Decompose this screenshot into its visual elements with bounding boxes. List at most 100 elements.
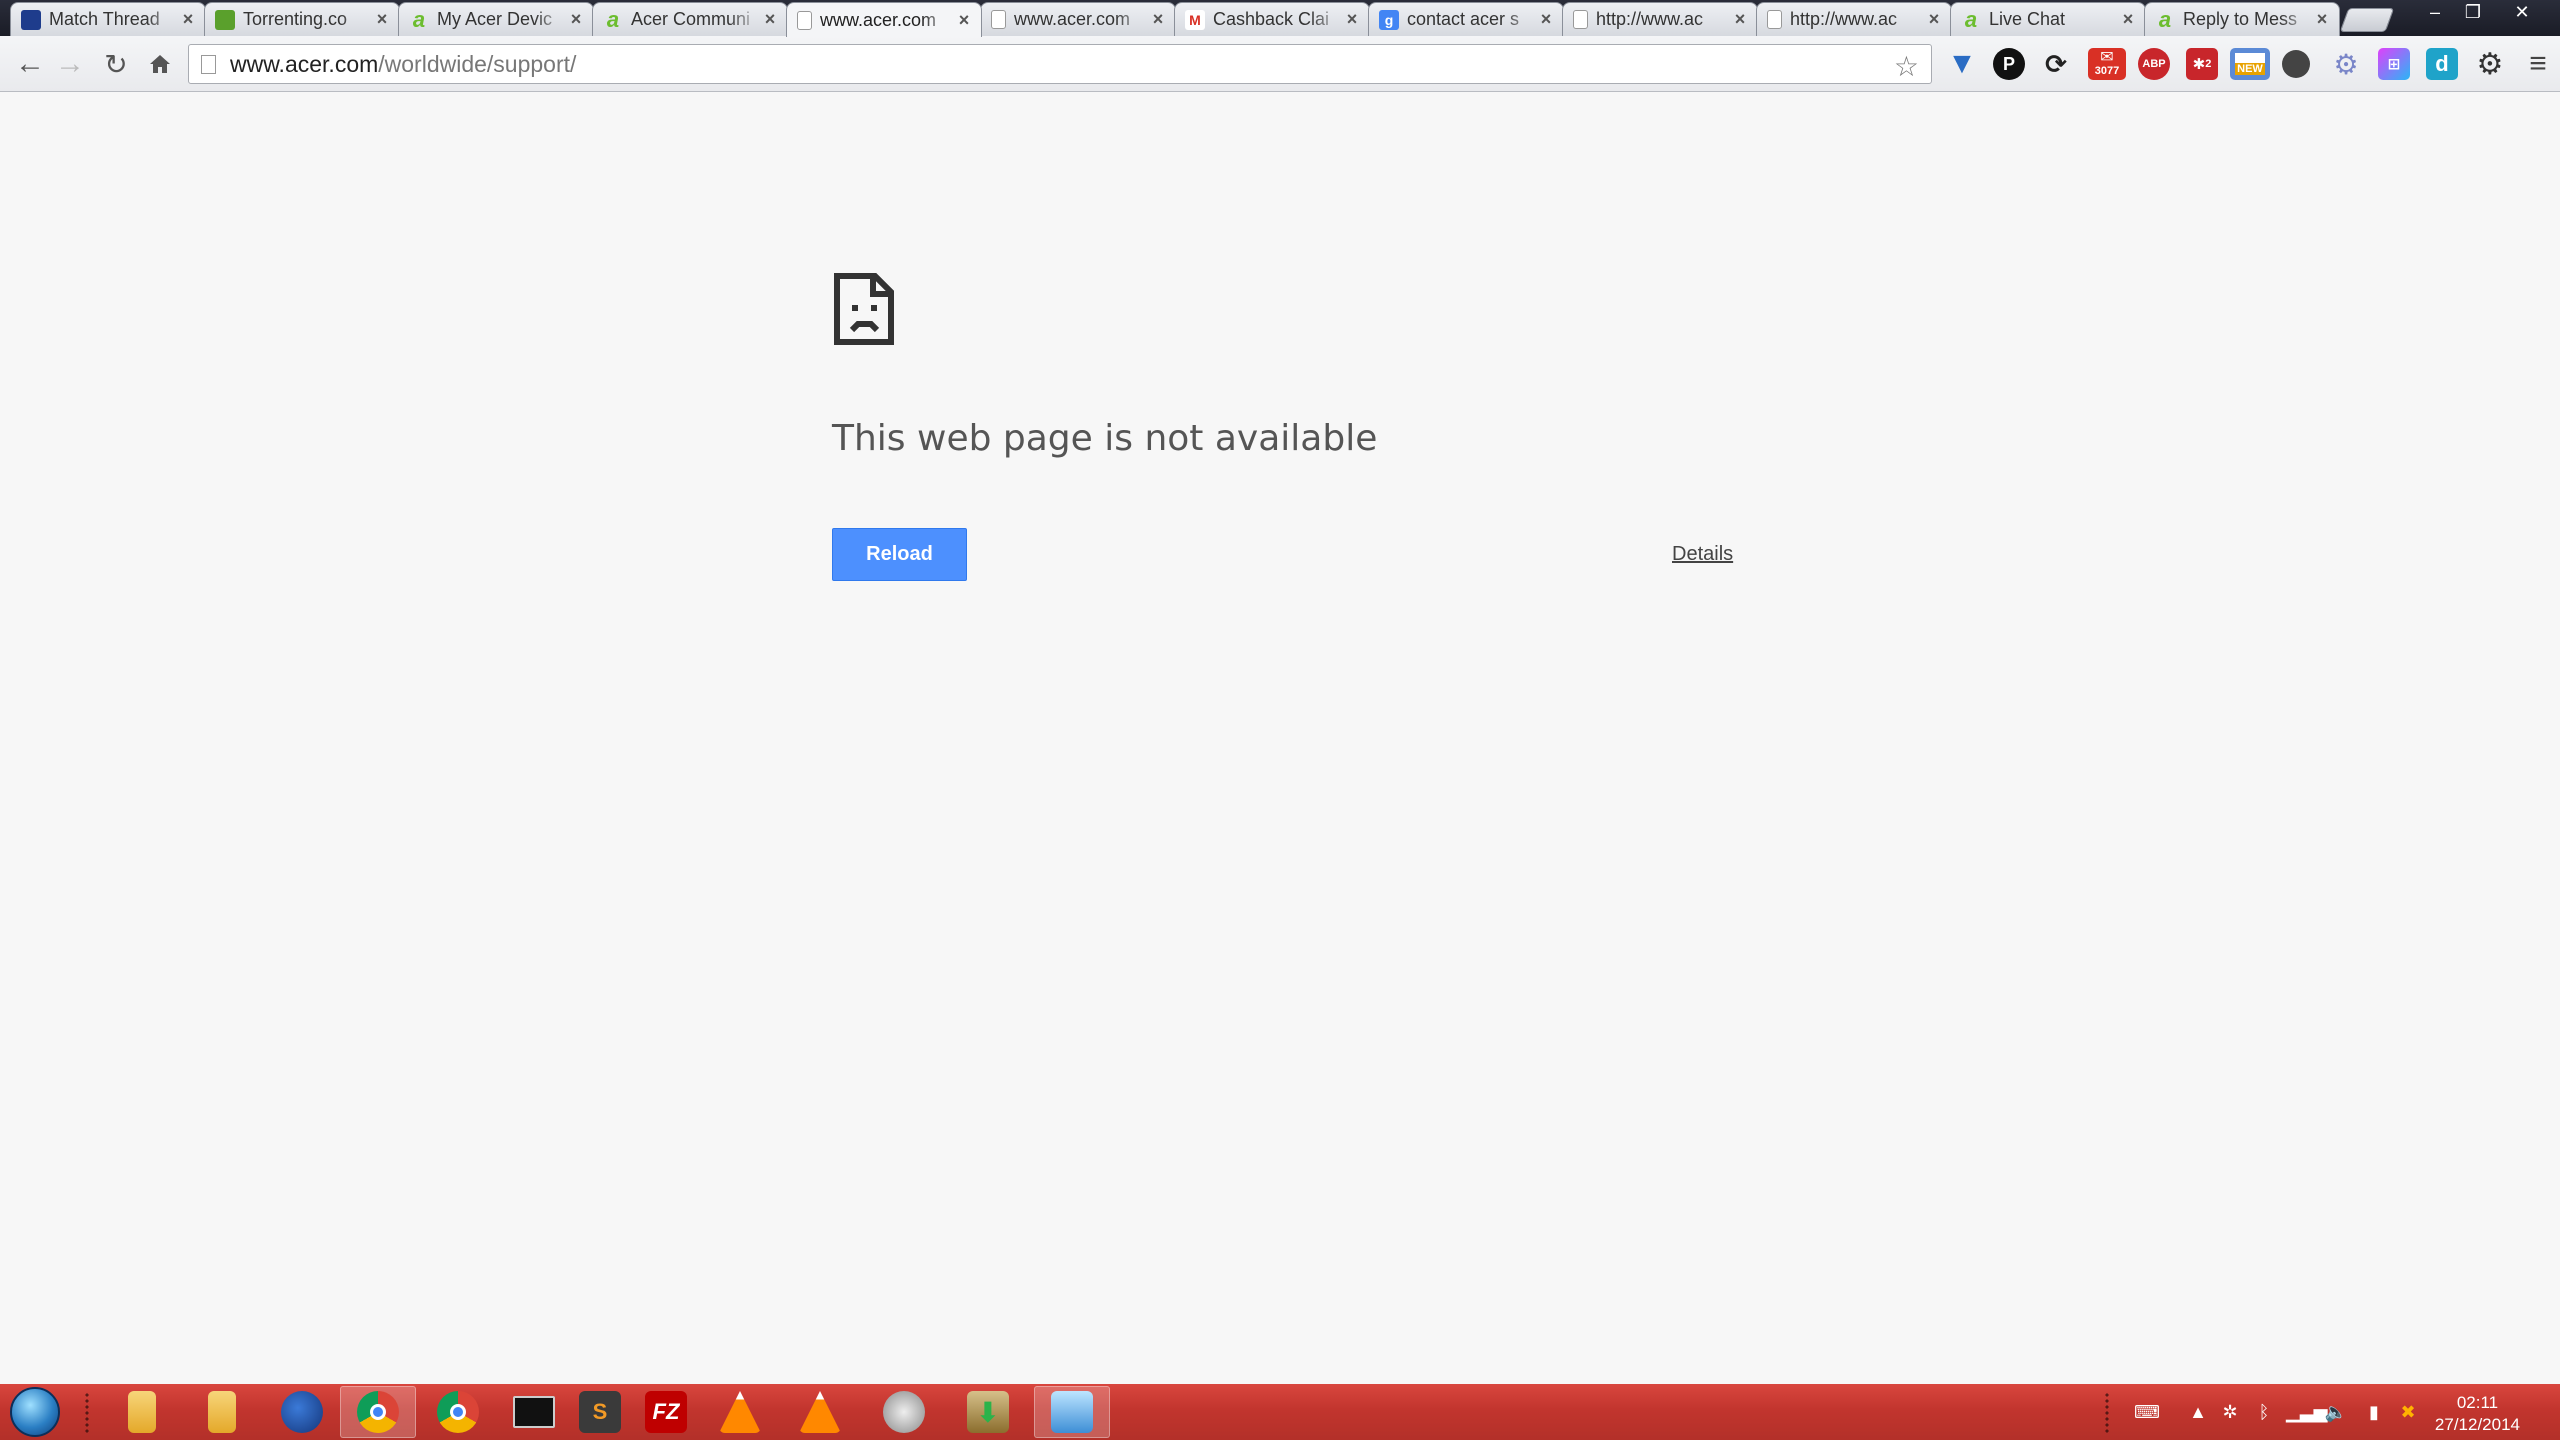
clock-date: 27/12/2014 xyxy=(2434,1415,2520,1434)
folder-icon xyxy=(128,1391,156,1433)
vlc-icon xyxy=(719,1391,761,1433)
tab-title: www.acer.com xyxy=(820,9,937,30)
chrome-icon xyxy=(437,1391,479,1433)
close-tab-icon[interactable]: × xyxy=(179,9,197,30)
taskbar-app-downloader[interactable]: ⬇ xyxy=(950,1386,1026,1438)
chrome-menu-icon[interactable]: ≡ xyxy=(2522,47,2554,80)
close-tab-icon[interactable]: × xyxy=(1343,9,1361,30)
browser-tab[interactable]: www.acer.com × xyxy=(980,2,1176,36)
close-tab-icon[interactable]: × xyxy=(761,9,779,30)
pushbullet-extension-icon[interactable]: P xyxy=(1993,48,2025,80)
browser-tab[interactable]: Match Thread × xyxy=(10,2,206,36)
taskbar-app-vlc[interactable] xyxy=(702,1386,778,1438)
back-button[interactable]: ← xyxy=(12,46,48,82)
vpn-extension-icon[interactable]: ▼ xyxy=(1946,47,1978,80)
show-hidden-icons-icon[interactable]: ▲ xyxy=(2184,1398,2212,1426)
adblock-extension-icon[interactable]: ABP xyxy=(2138,48,2170,80)
browser-tab[interactable]: www.acer.com × xyxy=(786,2,982,37)
gmail-extension-icon[interactable]: ✉ 3077 xyxy=(2088,48,2126,80)
reload-button[interactable]: Reload xyxy=(832,528,967,581)
circle-extension-icon[interactable] xyxy=(2282,50,2310,78)
taskbar-app-sublime[interactable]: S xyxy=(562,1386,638,1438)
browser-tab[interactable]: a Live Chat × xyxy=(1950,2,2146,36)
wifi-signal-icon[interactable]: ▁▃▅ xyxy=(2286,1398,2328,1426)
battery-icon[interactable]: ▮ xyxy=(2360,1398,2388,1426)
taskbar-app-explorer[interactable] xyxy=(104,1386,180,1438)
browser-tab[interactable]: g contact acer s × xyxy=(1368,2,1564,36)
tab-title: http://www.ac xyxy=(1790,9,1898,29)
close-tab-icon[interactable]: × xyxy=(2313,9,2331,30)
taskbar-app-vlc-2[interactable] xyxy=(782,1386,858,1438)
arrow-left-icon: ← xyxy=(15,47,45,80)
close-tab-icon[interactable]: × xyxy=(1537,9,1555,30)
close-tab-icon[interactable]: × xyxy=(567,9,585,30)
match-thread-favicon xyxy=(21,9,41,30)
close-tab-icon[interactable]: × xyxy=(1925,9,1943,30)
sync-extension-icon[interactable]: ⟳ xyxy=(2040,48,2072,80)
address-bar[interactable]: www.acer.com/worldwide/support/ ☆ xyxy=(188,44,1932,84)
dashlane-extension-icon[interactable]: d xyxy=(2426,48,2458,80)
reload-toolbar-button[interactable]: ↻ xyxy=(98,46,134,82)
close-tab-icon[interactable]: × xyxy=(1731,9,1749,30)
browser-tab[interactable]: M Cashback Clai × xyxy=(1174,2,1370,36)
lastpass-extension-icon[interactable]: ✱ 2 xyxy=(2186,48,2218,80)
close-window-button[interactable]: ✕ xyxy=(2494,0,2550,26)
taskbar-app-firefox[interactable] xyxy=(264,1386,340,1438)
taskbar-grip xyxy=(84,1392,90,1434)
asterisk-icon: ✱ xyxy=(2192,56,2206,73)
tab-title: Match Thread xyxy=(49,9,160,29)
tab-title: http://www.ac xyxy=(1596,9,1704,29)
forward-button[interactable]: → xyxy=(52,46,88,82)
close-tab-icon[interactable]: × xyxy=(373,9,391,30)
media-player-icon xyxy=(883,1391,925,1433)
start-button[interactable] xyxy=(10,1387,60,1437)
bookmark-star-icon[interactable]: ☆ xyxy=(1894,50,1919,83)
chrome-center xyxy=(450,1404,466,1420)
browser-tab[interactable]: http://www.ac × xyxy=(1562,2,1758,36)
browser-tab[interactable]: a Reply to Mess × xyxy=(2144,2,2340,36)
home-button[interactable] xyxy=(142,46,178,82)
refresh-icon: ↻ xyxy=(104,48,128,80)
settings-gear-icon[interactable]: ⚙ xyxy=(2474,48,2506,81)
taskbar-app-filezilla[interactable]: FZ xyxy=(628,1386,704,1438)
tab-title: My Acer Devic xyxy=(437,9,553,29)
color-picker-extension-icon[interactable]: ⊞ xyxy=(2378,48,2410,80)
tab-title: contact acer s xyxy=(1407,9,1520,29)
taskbar-app-media[interactable] xyxy=(866,1386,942,1438)
taskbar-app-chrome[interactable] xyxy=(340,1386,416,1438)
chrome-center xyxy=(370,1404,386,1420)
restore-button[interactable]: ❐ xyxy=(2456,0,2490,26)
close-tab-icon[interactable]: × xyxy=(1149,9,1167,30)
page-icon xyxy=(201,54,216,74)
news-extension-icon[interactable]: NEW xyxy=(2230,48,2270,80)
taskbar-app-remote[interactable] xyxy=(1034,1386,1110,1438)
remote-desktop-icon xyxy=(1051,1391,1093,1433)
vlc-icon xyxy=(799,1391,841,1433)
taskbar-app-cmd[interactable] xyxy=(496,1386,572,1438)
sublime-letter: S xyxy=(592,1399,608,1424)
keyboard-icon[interactable]: ⌨ xyxy=(2124,1398,2170,1426)
browser-tab[interactable]: http://www.ac × xyxy=(1756,2,1952,36)
minimize-button[interactable]: – xyxy=(2418,0,2452,26)
browser-tab[interactable]: Torrenting.co × xyxy=(204,2,400,36)
details-link[interactable]: Details xyxy=(1672,543,1733,566)
taskbar-app-folder[interactable] xyxy=(184,1386,260,1438)
network-share-icon[interactable]: ✲ xyxy=(2216,1398,2244,1426)
volume-icon[interactable]: 🔈 xyxy=(2322,1398,2350,1426)
arrow-right-icon: → xyxy=(55,47,85,80)
notification-app-icon[interactable]: ✖ xyxy=(2394,1398,2422,1426)
gmail-badge: 3077 xyxy=(2094,65,2120,77)
gear-blue-extension-icon[interactable]: ⚙ xyxy=(2330,48,2362,80)
system-clock[interactable]: 02:11 27/12/2014 xyxy=(2435,1392,2520,1436)
download-icon: ⬇ xyxy=(967,1391,1009,1433)
tab-title: Acer Communi xyxy=(631,9,751,29)
taskbar-app-chrome-2[interactable] xyxy=(420,1386,496,1438)
sad-page-icon xyxy=(834,273,894,345)
browser-tab[interactable]: a My Acer Devic × xyxy=(398,2,594,36)
browser-tab[interactable]: a Acer Communi × xyxy=(592,2,788,36)
windows-taskbar: S FZ ⬇ ⌨ ▲ ✲ ᛒ ▁▃▅ 🔈 ▮ ✖ 02:11 27/12/201… xyxy=(0,1384,2560,1440)
bluetooth-icon[interactable]: ᛒ xyxy=(2250,1398,2278,1426)
close-tab-icon[interactable]: × xyxy=(955,10,973,31)
close-tab-icon[interactable]: × xyxy=(2119,9,2137,30)
new-tab-button[interactable] xyxy=(2339,8,2395,32)
